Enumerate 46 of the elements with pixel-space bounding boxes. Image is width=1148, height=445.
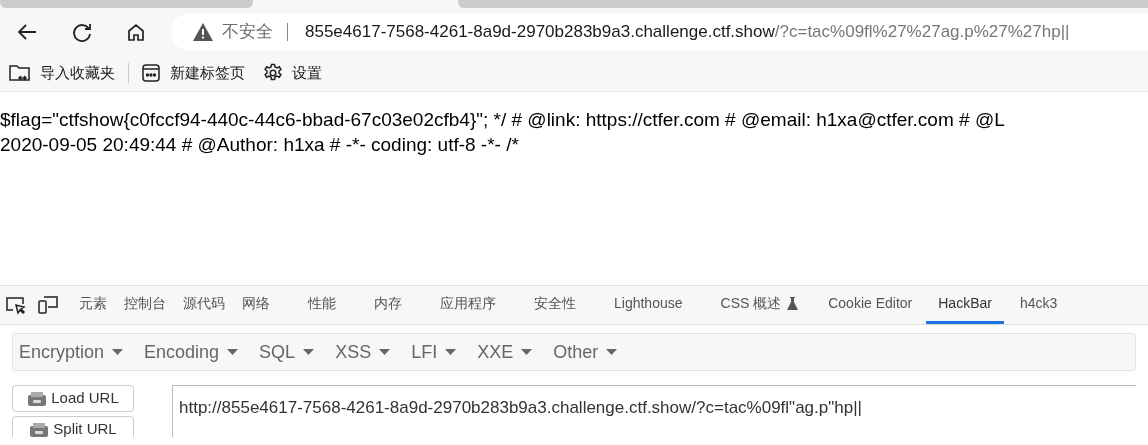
menu-dropdown[interactable]: XSS [335,338,391,366]
devtools-tab[interactable]: h4ck3 [1019,286,1058,324]
settings-icon [263,63,283,83]
bookmark-item[interactable]: 设置 [263,61,322,85]
devtools-tab[interactable]: 性能 [308,286,336,324]
caret-icon [521,349,533,355]
warning-icon[interactable] [193,23,213,41]
devtools-tab[interactable]: Cookie Editor [828,286,913,324]
disk-icon [29,421,50,437]
menu-dropdown[interactable]: SQL [259,338,315,366]
caret-icon [227,349,239,355]
menu-dropdown[interactable]: LFI [411,338,457,366]
caret-icon [606,349,618,355]
home-icon[interactable] [126,22,146,42]
menu-dropdown[interactable]: XXE [477,338,533,366]
devtools-tab[interactable]: 安全性 [534,286,576,324]
devtools-tab[interactable]: 元素 [79,286,107,324]
disk-icon [27,390,48,407]
page-text: $flag="ctfshow{c0fccf94-440c-44c6-bbad-67c03e02cfb4}"; */ # @link: https://ctfer.com # @email: h1xa@ctfer.com # @L [0,108,1006,132]
menu-dropdown[interactable]: Encoding [144,338,239,366]
url-host: 855e4617-7568-4261-8a9d-2970b283b9a3.challenge.ctf.show [305,21,775,44]
devtools-tab[interactable]: 网络 [242,286,270,324]
hackbar-button[interactable]: Load URL [12,385,134,412]
new-tab-icon [141,63,161,83]
address-bar[interactable]: 不安全 855e4617-7568-4261-8a9d-2970b283b9a3.challenge.ctf.show/?c=tac%09fl%27%27ag.p%27%27hp|| [171,13,1148,51]
menu-dropdown[interactable]: Other [553,338,618,366]
devtools-tab[interactable]: CSS 概述 [720,286,799,324]
bookmark-item[interactable]: 导入收藏夹 [9,61,115,85]
devtools-tab[interactable]: 源代码 [183,286,225,324]
folder-icon [9,63,31,83]
hackbar-button[interactable]: Split URL [12,416,134,437]
devtools-tab[interactable]: 内存 [374,286,402,324]
url-path: /?c=tac%09fl%27%27ag.p%27%27hp|| [774,21,1070,44]
security-label: 不安全 [222,21,273,44]
reload-icon[interactable] [71,21,93,43]
caret-icon [112,349,124,355]
bookmark-item[interactable]: 新建标签页 [141,61,245,85]
page-text: 2020-09-05 20:49:44 # @Author: h1xa # -*- coding: utf-8 -*- /* [0,133,520,157]
url-field[interactable]: http://855e4617-7568-4261-8a9d-2970b283b9a3.challenge.ctf.show/?c=tac%09fl"ag.p"hp|| [172,385,1136,437]
caret-icon [379,349,391,355]
devtools-tab[interactable]: Lighthouse [614,286,683,324]
caret-icon [445,349,457,355]
menu-dropdown[interactable]: Encryption [19,338,124,366]
devtools-tab[interactable]: 控制台 [124,286,166,324]
caret-icon [303,349,315,355]
devtools-tab[interactable]: 应用程序 [440,286,496,324]
